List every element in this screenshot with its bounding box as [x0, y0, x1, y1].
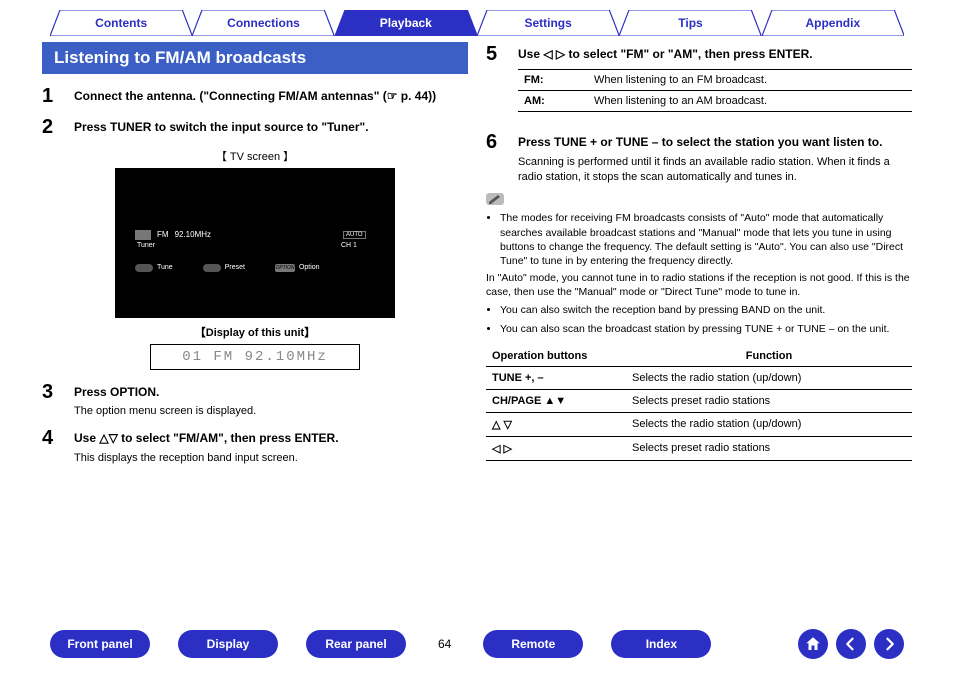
- step-title: Press TUNE + or TUNE – to select the sta…: [518, 134, 912, 151]
- step-desc: The option menu screen is displayed.: [74, 404, 468, 419]
- fm-am-table: FM:When listening to an FM broadcast. AM…: [518, 69, 912, 112]
- step-number: 4: [42, 428, 64, 466]
- ops-val: Selects preset radio stations: [626, 389, 912, 412]
- ops-key: △ ▽: [486, 412, 626, 436]
- rear-panel-button[interactable]: Rear panel: [306, 630, 406, 658]
- note-text: You can also scan the broadcast station …: [500, 322, 912, 336]
- tv-screen: FM 92.10MHz AUTO Tuner CH 1 Tune Preset …: [115, 168, 395, 318]
- tab-label: Playback: [380, 16, 432, 30]
- ops-key: CH/PAGE ▲▼: [486, 389, 626, 412]
- tune-pill-icon: [135, 264, 153, 272]
- operation-buttons-table: Operation buttons Function TUNE +, –Sele…: [486, 346, 912, 461]
- note-text: The modes for receiving FM broadcasts co…: [500, 212, 903, 267]
- tv-tune-label: Tune: [157, 264, 173, 271]
- tab-contents[interactable]: Contents: [50, 10, 192, 36]
- tv-ch: CH 1: [341, 242, 357, 249]
- table-key: FM:: [518, 69, 588, 90]
- step-1: 1 Connect the antenna. ("Connecting FM/A…: [42, 86, 468, 109]
- ops-val: Selects the radio station (up/down): [626, 366, 912, 389]
- note-text: In "Auto" mode, you cannot tune in to ra…: [486, 271, 912, 299]
- tab-settings[interactable]: Settings: [477, 10, 619, 36]
- step-number: 2: [42, 117, 64, 140]
- step-number: 1: [42, 86, 64, 109]
- step-title: Press OPTION.: [74, 384, 468, 401]
- step-number: 5: [486, 44, 508, 124]
- table-val: When listening to an AM broadcast.: [588, 90, 912, 111]
- home-icon[interactable]: [798, 629, 828, 659]
- index-button[interactable]: Index: [611, 630, 711, 658]
- remote-button[interactable]: Remote: [483, 630, 583, 658]
- tv-option-label: Option: [299, 264, 320, 271]
- step-number: 3: [42, 382, 64, 420]
- step-desc: Scanning is performed until it finds an …: [518, 155, 912, 186]
- ops-header-a: Operation buttons: [486, 346, 626, 367]
- step-2: 2 Press TUNER to switch the input source…: [42, 117, 468, 140]
- table-val: When listening to an FM broadcast.: [588, 69, 912, 90]
- tab-label: Settings: [524, 16, 571, 30]
- tab-label: Tips: [678, 16, 702, 30]
- page-number: 64: [434, 637, 455, 651]
- display-unit-label: 【Display of this unit】: [42, 324, 468, 340]
- tab-label: Contents: [95, 16, 147, 30]
- prev-page-icon[interactable]: [836, 629, 866, 659]
- footer: Front panel Display Rear panel 64 Remote…: [0, 629, 954, 659]
- next-page-icon[interactable]: [874, 629, 904, 659]
- ops-key: ◁ ▷: [486, 436, 626, 460]
- tv-preset-label: Preset: [225, 264, 245, 271]
- ops-val: Selects the radio station (up/down): [626, 412, 912, 436]
- unit-display: 01 FM 92.10MHz: [150, 344, 360, 370]
- step-3: 3 Press OPTION. The option menu screen i…: [42, 382, 468, 420]
- step-6: 6 Press TUNE + or TUNE – to select the s…: [486, 132, 912, 186]
- tab-label: Connections: [227, 16, 300, 30]
- tab-appendix[interactable]: Appendix: [762, 10, 904, 36]
- display-button[interactable]: Display: [178, 630, 278, 658]
- note-text: You can also switch the reception band b…: [500, 303, 912, 317]
- right-column: 5 Use ◁ ▷ to select "FM" or "AM", then p…: [486, 42, 912, 474]
- top-nav: Contents Connections Playback Settings T…: [0, 0, 954, 36]
- step-title: Press TUNER to switch the input source t…: [74, 119, 468, 136]
- tab-label: Appendix: [805, 16, 860, 30]
- left-column: Listening to FM/AM broadcasts 1 Connect …: [42, 42, 468, 474]
- ops-val: Selects preset radio stations: [626, 436, 912, 460]
- step-4: 4 Use △▽ to select "FM/AM", then press E…: [42, 428, 468, 466]
- tv-source: Tuner: [137, 242, 155, 249]
- tv-screen-label: 【 TV screen 】: [42, 148, 468, 164]
- option-pill-icon: OPTION: [275, 264, 295, 272]
- section-title: Listening to FM/AM broadcasts: [42, 42, 468, 74]
- front-panel-button[interactable]: Front panel: [50, 630, 150, 658]
- step-number: 6: [486, 132, 508, 186]
- notes-list: The modes for receiving FM broadcasts co…: [486, 211, 912, 335]
- tab-connections[interactable]: Connections: [192, 10, 334, 36]
- tv-auto: AUTO: [343, 231, 366, 239]
- source-icon: [135, 230, 151, 240]
- step-title: Connect the antenna. ("Connecting FM/AM …: [74, 88, 468, 105]
- tab-tips[interactable]: Tips: [619, 10, 761, 36]
- tab-playback[interactable]: Playback: [335, 10, 477, 36]
- pencil-note-icon: [486, 193, 504, 205]
- tv-band: FM: [157, 230, 169, 239]
- ops-key: TUNE +, –: [486, 366, 626, 389]
- step-5: 5 Use ◁ ▷ to select "FM" or "AM", then p…: [486, 44, 912, 124]
- ops-header-b: Function: [626, 346, 912, 367]
- step-title: Use ◁ ▷ to select "FM" or "AM", then pre…: [518, 46, 912, 63]
- preset-pill-icon: [203, 264, 221, 272]
- step-desc: This displays the reception band input s…: [74, 451, 468, 466]
- step-title: Use △▽ to select "FM/AM", then press ENT…: [74, 430, 468, 447]
- tv-freq: 92.10MHz: [175, 230, 211, 239]
- table-key: AM:: [518, 90, 588, 111]
